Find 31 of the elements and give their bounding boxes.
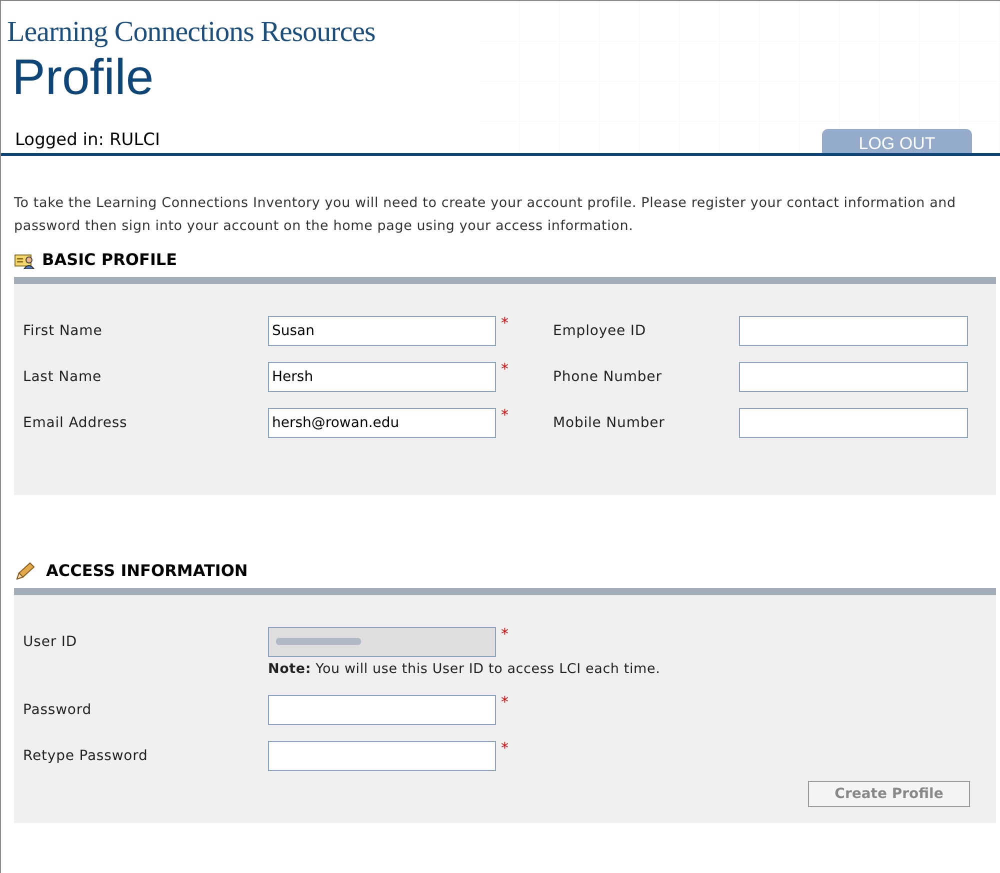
field-label: Phone Number: [553, 368, 663, 387]
input-field[interactable]: [739, 408, 968, 438]
logged-in-text: Logged in: RULCI: [15, 129, 160, 152]
page-title: Profile: [11, 49, 155, 105]
pencil-icon: [14, 561, 36, 581]
field-label: Password: [23, 701, 93, 720]
field-label: First Name: [23, 322, 104, 341]
section-heading: ACCESS INFORMATION: [46, 560, 248, 582]
section-heading: BASIC PROFILE: [42, 249, 178, 271]
required-mark: *: [501, 362, 508, 377]
field-label: Last Name: [23, 368, 103, 387]
input-field[interactable]: [268, 695, 496, 725]
input-field[interactable]: Susan: [268, 316, 496, 346]
required-mark: *: [501, 695, 508, 710]
field-label: User ID: [23, 633, 78, 652]
required-mark: *: [501, 316, 508, 331]
input-field[interactable]: [739, 362, 968, 392]
field-label: Retype Password: [23, 747, 149, 766]
input-field[interactable]: Hersh: [268, 362, 496, 392]
required-mark: *: [501, 627, 508, 642]
field-label: Mobile Number: [553, 414, 666, 433]
required-mark: *: [501, 741, 508, 756]
input-field[interactable]: [739, 316, 968, 346]
intro-paragraph: To take the Learning Connections Inventory you will need to create your account profile. Please register your contact information and password then sign into your account on the home page using your access information.: [14, 194, 957, 236]
input-field[interactable]: hersh@rowan.edu: [268, 408, 496, 438]
input-field[interactable]: [268, 741, 496, 771]
note-text: Note: You will use this User ID to access LCI each time.: [268, 660, 660, 679]
field-label: Employee ID: [553, 322, 648, 341]
field-label: Email Address: [23, 414, 128, 433]
required-mark: *: [501, 408, 508, 423]
site-title: Learning Connections Resources: [7, 15, 376, 49]
